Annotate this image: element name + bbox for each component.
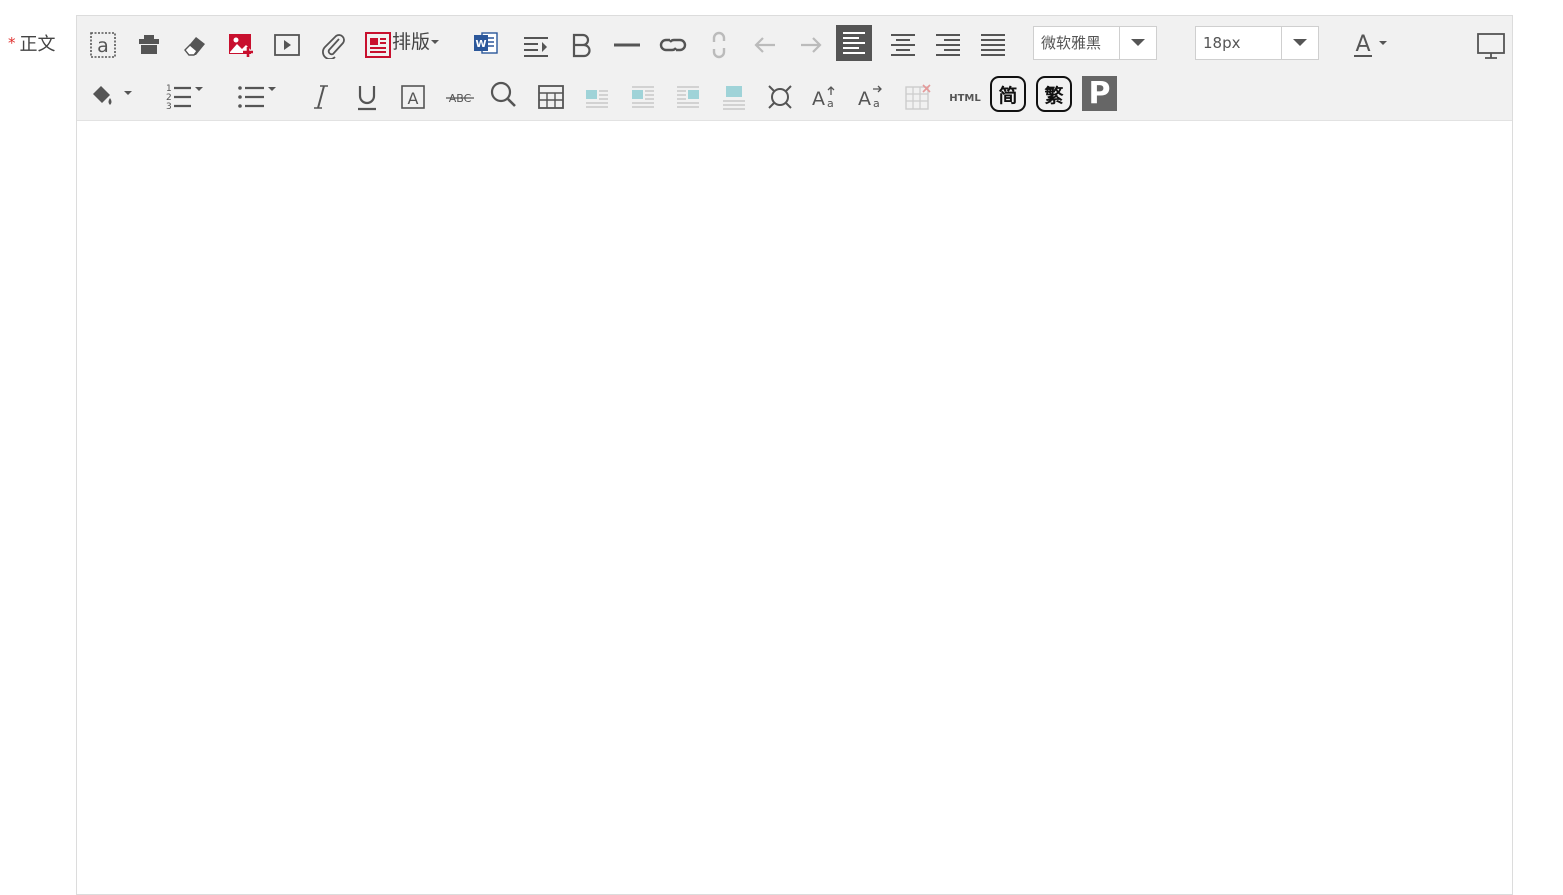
attachment-icon[interactable]	[318, 30, 348, 60]
body-label-text: 正文	[19, 34, 56, 55]
editor-content-area[interactable]	[77, 122, 1512, 894]
eraser-icon[interactable]	[180, 30, 210, 60]
uppercase-icon[interactable]: Aa	[811, 82, 841, 112]
special-chars-icon[interactable]	[765, 82, 795, 112]
traditional-label: 繁	[1044, 84, 1064, 107]
float-none-icon[interactable]	[628, 82, 658, 112]
word-import-icon[interactable]: W	[471, 28, 501, 58]
italic-icon[interactable]	[306, 82, 336, 112]
undo-icon[interactable]	[750, 30, 780, 60]
float-left-icon[interactable]	[582, 82, 612, 112]
insert-image-icon[interactable]	[226, 30, 256, 60]
unlink-icon[interactable]	[704, 30, 734, 60]
font-size-value: 18px	[1203, 34, 1241, 52]
traditional-chinese-icon[interactable]: 繁	[1036, 76, 1072, 112]
svg-text:a: a	[97, 35, 109, 57]
align-center-icon[interactable]	[886, 28, 920, 62]
fullscreen-icon[interactable]	[1475, 30, 1507, 62]
layout-label: 排版	[392, 31, 431, 53]
insert-table-icon[interactable]	[536, 82, 566, 112]
paragraph-icon[interactable]: P	[1082, 76, 1117, 111]
unordered-list-icon[interactable]	[234, 80, 280, 112]
ordered-list-icon[interactable]: 123	[161, 80, 207, 112]
svg-text:a: a	[873, 97, 880, 110]
layout-dropdown[interactable]: 排版	[392, 28, 447, 56]
body-field-label: * 正文	[8, 30, 56, 56]
svg-text:W: W	[475, 39, 486, 50]
insert-video-icon[interactable]	[272, 30, 302, 60]
indent-icon[interactable]	[521, 30, 551, 60]
html-label: HTML	[949, 92, 981, 104]
svg-text:3: 3	[166, 102, 172, 111]
svg-text:a: a	[827, 97, 834, 110]
layout-icon[interactable]	[363, 30, 393, 60]
svg-text:A: A	[408, 89, 419, 108]
source-icon[interactable]: a	[88, 30, 118, 60]
float-right-icon[interactable]	[673, 82, 703, 112]
editor-toolbar: a 排版 W 微软雅黑 18px A 1 2 3 A ABC A a A a H…	[77, 16, 1512, 121]
underline-icon[interactable]	[352, 82, 382, 112]
font-size-select[interactable]: 18px	[1195, 26, 1319, 60]
background-color-icon[interactable]	[87, 80, 133, 112]
strikethrough-icon[interactable]: ABC	[443, 82, 477, 112]
align-left-icon[interactable]	[836, 25, 872, 61]
link-icon[interactable]	[658, 30, 688, 60]
align-justify-icon[interactable]	[976, 28, 1010, 62]
bold-icon[interactable]	[566, 30, 596, 60]
font-family-select[interactable]: 微软雅黑	[1033, 26, 1157, 60]
paste-plain-icon[interactable]	[134, 30, 164, 60]
font-family-value: 微软雅黑	[1041, 34, 1102, 52]
delete-table-icon[interactable]	[903, 82, 933, 112]
html-icon[interactable]: HTML	[947, 86, 983, 110]
rich-text-editor: a 排版 W 微软雅黑 18px A 1 2 3 A ABC A a A a H…	[76, 15, 1513, 895]
align-right-icon[interactable]	[931, 28, 965, 62]
svg-text:A: A	[812, 88, 825, 110]
required-mark: *	[8, 34, 16, 52]
horizontal-rule-icon[interactable]	[612, 30, 642, 60]
p-label: P	[1088, 75, 1111, 111]
float-center-icon[interactable]	[719, 82, 749, 112]
svg-text:A: A	[1355, 32, 1370, 57]
chevron-down-icon[interactable]	[1281, 27, 1318, 59]
simplified-chinese-icon[interactable]: 简	[990, 76, 1026, 112]
search-icon[interactable]	[488, 79, 518, 109]
simplified-label: 简	[998, 84, 1018, 107]
chevron-down-icon[interactable]	[1119, 27, 1156, 59]
redo-icon[interactable]	[796, 30, 826, 60]
lowercase-icon[interactable]: Aa	[857, 82, 887, 112]
font-color-icon[interactable]: A	[1351, 28, 1391, 60]
border-text-icon[interactable]: A	[398, 82, 428, 112]
svg-text:A: A	[858, 88, 871, 110]
